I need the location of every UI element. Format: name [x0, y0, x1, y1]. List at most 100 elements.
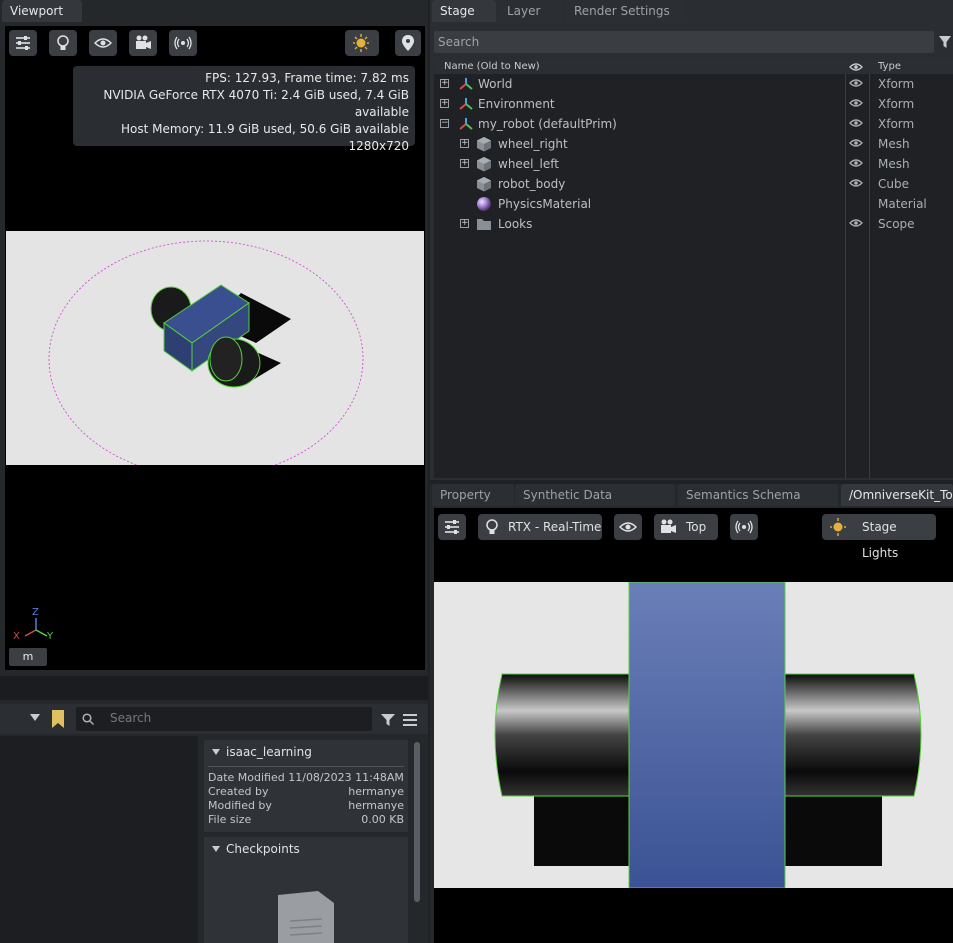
top-viewport-canvas[interactable]: RTX - Real-Time Top Stage Lights: [434, 508, 953, 943]
camera-button[interactable]: Top: [654, 514, 718, 540]
xform-icon: [459, 98, 473, 110]
tree-row-physics-material[interactable]: PhysicsMaterial Material: [434, 194, 953, 214]
camera-button[interactable]: [129, 30, 157, 56]
settings-button[interactable]: [9, 30, 37, 56]
tab-omniversekit-top[interactable]: /OmniverseKit_Top: [841, 484, 953, 506]
eye-icon[interactable]: [849, 178, 863, 188]
broadcast-button[interactable]: [730, 514, 758, 540]
expand-icon[interactable]: +: [460, 159, 469, 168]
tree-row-type: Mesh: [878, 137, 910, 151]
filter-icon[interactable]: [938, 35, 952, 49]
viewport-canvas[interactable]: FPS: 127.93, Frame time: 7.82 ms NVIDIA …: [5, 26, 425, 670]
folder-icon: [477, 219, 491, 230]
tree-row-type: Mesh: [878, 157, 910, 171]
tab-synthetic-data-recorder[interactable]: Synthetic Data Recorder: [515, 484, 675, 524]
eye-icon[interactable]: [849, 78, 863, 88]
eye-icon[interactable]: [849, 98, 863, 108]
fps-text: FPS: 127.93, Frame time: 7.82 ms: [205, 71, 409, 85]
camera-icon: [661, 519, 676, 533]
details-panel: isaac_learning Date Modified 11/08/2023 …: [204, 740, 408, 943]
tree-row-label: World: [478, 77, 513, 91]
menu-icon[interactable]: [402, 713, 418, 727]
content-search-placeholder: Search: [110, 711, 152, 725]
sliders-icon: [445, 520, 459, 534]
mesh-icon: [477, 137, 491, 152]
stage-search-input[interactable]: Search: [434, 31, 934, 53]
eye-icon[interactable]: [849, 138, 863, 148]
col-type-header[interactable]: Type: [878, 60, 901, 74]
date-modified-value: 11/08/2023 11:48AM: [288, 771, 404, 784]
tab-layer[interactable]: Layer: [499, 0, 563, 22]
visibility-button[interactable]: [614, 514, 642, 540]
scene-render[interactable]: [6, 231, 424, 465]
file-size-row: File size 0.00 KB: [208, 813, 404, 827]
eye-icon[interactable]: [849, 158, 863, 168]
collapse-arrow-icon[interactable]: [212, 749, 220, 755]
folder-tree[interactable]: [0, 736, 198, 943]
broadcast-icon: [735, 520, 753, 534]
top-viewport-panel: Property Synthetic Data Recorder Semanti…: [430, 484, 953, 943]
robot-top-view-image: [494, 581, 922, 889]
tree-row-robot-body[interactable]: robot_body Cube: [434, 174, 953, 194]
folder-name: isaac_learning: [226, 745, 312, 759]
tab-render-settings[interactable]: Render Settings: [566, 0, 686, 22]
checkpoints-title: Checkpoints: [226, 842, 300, 856]
sliders-icon: [16, 36, 30, 50]
tree-row-environment[interactable]: + Environment Xform: [434, 94, 953, 114]
eye-icon[interactable]: [849, 218, 863, 228]
stage-lights-button[interactable]: Stage Lights: [822, 514, 936, 560]
eye-icon[interactable]: [849, 62, 863, 72]
document-icon[interactable]: [276, 891, 336, 943]
expand-icon[interactable]: +: [440, 79, 449, 88]
tree-row-type: Cube: [878, 177, 909, 191]
host-memory-text: Host Memory: 11.9 GiB used, 50.6 GiB ava…: [121, 122, 409, 136]
content-search-field[interactable]: Search: [76, 707, 372, 731]
tree-row-my-robot[interactable]: − my_robot (defaultPrim) Xform: [434, 114, 953, 134]
settings-button[interactable]: [438, 514, 466, 540]
material-sphere-icon: [477, 197, 491, 211]
tab-stage[interactable]: Stage: [432, 0, 496, 22]
col-name-header[interactable]: Name (Old to New): [444, 60, 540, 74]
checkpoints-card: Checkpoints: [204, 837, 408, 943]
top-scene-render[interactable]: [434, 581, 953, 889]
eye-icon[interactable]: [849, 118, 863, 128]
axis-z-label: Z: [32, 607, 39, 618]
render-mode-label: RTX - Real-Time: [508, 520, 602, 534]
tab-viewport[interactable]: Viewport: [2, 0, 82, 22]
bookmark-icon[interactable]: [50, 709, 66, 729]
collapse-icon[interactable]: −: [440, 119, 449, 128]
xform-icon: [459, 118, 473, 130]
tab-property[interactable]: Property: [432, 484, 514, 506]
date-modified-row: Date Modified 11/08/2023 11:48AM: [208, 771, 404, 785]
stage-lights-button[interactable]: [345, 30, 379, 56]
visibility-button[interactable]: [89, 30, 117, 56]
filter-icon[interactable]: [380, 712, 396, 728]
unit-badge[interactable]: m: [9, 648, 47, 666]
xform-icon: [459, 78, 473, 90]
created-by-label: Created by: [208, 785, 269, 798]
tree-row-wheel-right[interactable]: + wheel_right Mesh: [434, 134, 953, 154]
expand-icon[interactable]: +: [460, 219, 469, 228]
render-mode-button[interactable]: RTX - Real-Time: [478, 514, 602, 540]
tree-row-world[interactable]: + World Xform: [434, 74, 953, 94]
created-by-row: Created by hermanye: [208, 785, 404, 799]
content-browser: Search isaac_learning Date Modified 11/0…: [0, 700, 428, 943]
expand-icon[interactable]: +: [460, 139, 469, 148]
dropdown-arrow-icon[interactable]: [30, 714, 40, 722]
details-scrollbar[interactable]: [414, 742, 420, 902]
stage-tree: Name (Old to New) Type + World Xform + E…: [434, 60, 953, 478]
modified-by-value: hermanye: [348, 799, 404, 812]
tree-row-wheel-left[interactable]: + wheel_left Mesh: [434, 154, 953, 174]
tree-row-label: PhysicsMaterial: [498, 197, 592, 211]
viewport-panel: Viewport FPS: 127.93, Frame time: 7.82 m…: [0, 0, 428, 676]
render-mode-button[interactable]: [49, 30, 77, 56]
tab-semantics-schema-editor[interactable]: Semantics Schema Editor: [678, 484, 838, 524]
panel-divider[interactable]: [0, 676, 428, 700]
tree-row-label: robot_body: [498, 177, 566, 191]
broadcast-button[interactable]: [169, 30, 197, 56]
location-button[interactable]: [395, 30, 421, 56]
collapse-arrow-icon[interactable]: [212, 846, 220, 852]
expand-icon[interactable]: +: [440, 99, 449, 108]
tree-row-looks[interactable]: + Looks Scope: [434, 214, 953, 234]
tree-row-type: Xform: [878, 97, 915, 111]
